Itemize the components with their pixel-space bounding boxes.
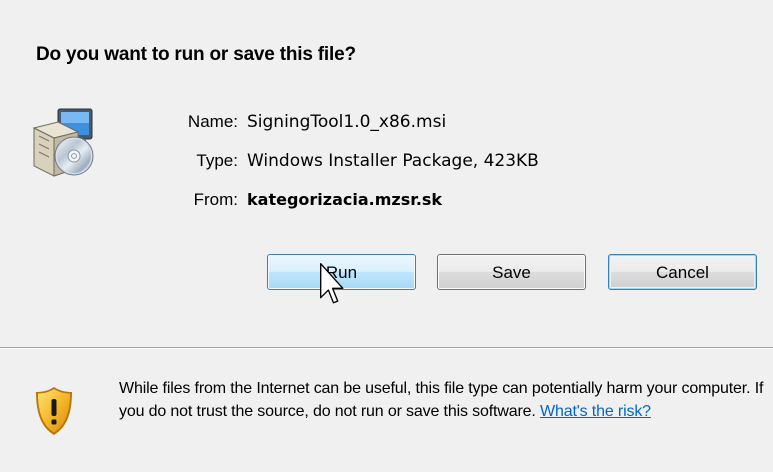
file-type-label: Type:: [196, 151, 238, 170]
whats-the-risk-link[interactable]: What's the risk?: [540, 403, 651, 420]
file-from-label: From:: [193, 190, 238, 209]
file-name-value: SigningTool1.0_x86.msi: [247, 112, 447, 132]
save-button[interactable]: Save: [437, 254, 586, 290]
cancel-button[interactable]: Cancel: [608, 254, 757, 290]
file-download-dialog: Do you want to run or save this file? Na…: [0, 0, 773, 472]
mouse-cursor-icon: [319, 262, 345, 318]
file-from-value: kategorizacia.mzsr.sk: [247, 190, 443, 209]
warning-message: While files from the Internet can be use…: [119, 377, 769, 423]
warning-text: While files from the Internet can be use…: [119, 380, 764, 420]
dialog-question: Do you want to run or save this file?: [36, 44, 356, 65]
file-type-value: Windows Installer Package, 423KB: [247, 151, 539, 171]
security-shield-warning-icon: [34, 385, 74, 437]
file-name-label: Name:: [187, 112, 238, 131]
